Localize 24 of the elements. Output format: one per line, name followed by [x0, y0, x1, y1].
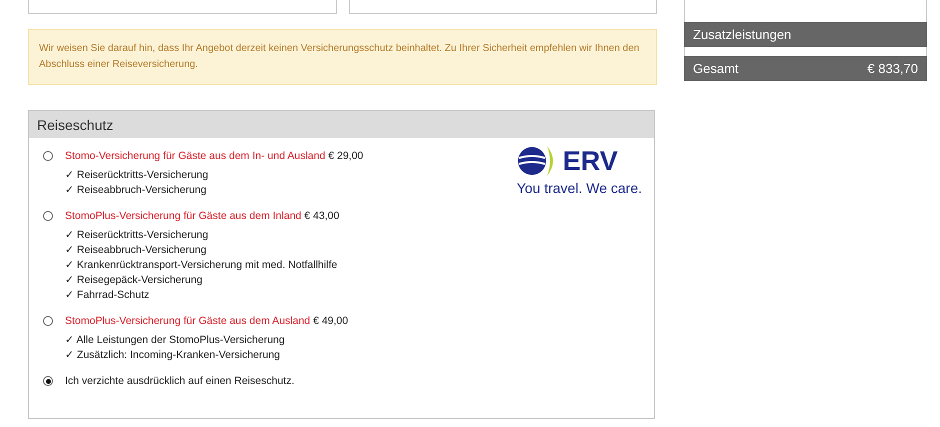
- logo-slogan: You travel. We care.: [516, 180, 642, 196]
- feature-item: ✓ Reiserücktritts-Versicherung: [65, 228, 208, 243]
- insurance-notice: Wir weisen Sie darauf hin, dass Ihr Angebot derzeit keinen Versicherungsschutz beinhaltet. Zu Ihrer Sicherheit empfehlen wir Ihnen den Abschluss einer Reiseversicherung.: [28, 29, 657, 85]
- feature-item: ✓ Fahrrad-Schutz: [65, 288, 150, 303]
- logo-name: ERV: [562, 146, 618, 176]
- feature-item: ✓ Reiseabbruch-Versicherung: [65, 183, 206, 198]
- feature-item: ✓ Reiserücktritts-Versicherung: [65, 168, 208, 183]
- radio-button[interactable]: [43, 211, 53, 221]
- radio-button[interactable]: [43, 376, 53, 386]
- option-label: StomoPlus-Versicherung für Gäste aus dem Ausland € 49,00: [65, 315, 348, 327]
- panel-title: Reiseschutz: [29, 111, 654, 138]
- feature-item: ✓ Reisegepäck-Versicherung: [65, 273, 202, 288]
- radio-button[interactable]: [43, 151, 53, 161]
- option-label: Stomo-Versicherung für Gäste aus dem In- und Ausland € 29,00: [65, 150, 364, 162]
- total-label: Gesamt: [693, 61, 739, 76]
- feature-item: ✓ Zusätzlich: Incoming-Kranken-Versicherung: [65, 348, 280, 363]
- radio-button[interactable]: [43, 316, 53, 326]
- feature-item: ✓ Reiseabbruch-Versicherung: [65, 243, 206, 258]
- feature-item: ✓ Alle Leistungen der StomoPlus-Versicherung: [65, 333, 285, 348]
- section-header: Zusatzleistungen: [684, 22, 927, 47]
- feature-item: ✓ Krankenrücktransport-Versicherung mit med. Notfallhilfe: [65, 258, 338, 273]
- option-label: StomoPlus-Versicherung für Gäste aus dem Inland € 43,00: [65, 210, 340, 222]
- total-value: € 833,70: [867, 61, 918, 76]
- option-label: Ich verzichte ausdrücklich auf einen Reiseschutz.: [65, 375, 294, 387]
